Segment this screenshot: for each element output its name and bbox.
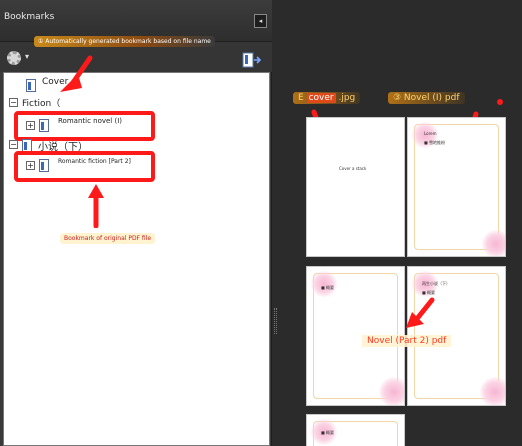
annotation-auto-bookmark: ① Automatically generated bookmark based… bbox=[34, 36, 215, 47]
panel-title: Bookmarks bbox=[4, 12, 55, 22]
collapse-icon[interactable]: − bbox=[9, 98, 18, 107]
red-arrow-icon bbox=[88, 184, 104, 228]
annotation-original-bookmark: Bookmark of original PDF file bbox=[60, 233, 156, 244]
document-bookmark-icon bbox=[39, 159, 49, 172]
label-cover-jpg: E cover .jpg bbox=[293, 92, 361, 104]
collapse-icon[interactable]: − bbox=[9, 140, 18, 149]
collapse-panel-icon[interactable]: ◂ bbox=[254, 14, 267, 28]
export-bookmark-icon[interactable] bbox=[242, 52, 262, 68]
bookmarks-panel: Bookmarks ◂ ▾ bbox=[0, 0, 272, 446]
page-title: 再生小说（下） bbox=[422, 281, 450, 286]
label-novel2-pdf: Novel (Part 2) pdf bbox=[362, 335, 452, 347]
document-bookmark-icon bbox=[39, 119, 49, 132]
document-bookmark-icon bbox=[26, 79, 36, 92]
red-arrow-icon bbox=[406, 297, 435, 328]
page-thumbnail-5[interactable]: ■ 概要 bbox=[306, 414, 405, 446]
page-line: ■ 概要 bbox=[321, 285, 335, 290]
flower-decoration bbox=[379, 377, 404, 405]
label-cover-highlight: cover bbox=[306, 93, 336, 103]
bookmark-romantic-novel[interactable]: Romantic novel (I) bbox=[58, 117, 122, 125]
page-line: ■ 雪地推粉 bbox=[424, 140, 446, 145]
flower-decoration bbox=[482, 230, 505, 256]
label-cover-prefix: E bbox=[298, 93, 304, 103]
page-thumbnail-novel1[interactable]: Lorem ■ 雪地推粉 bbox=[407, 117, 506, 257]
red-arrow-icon bbox=[60, 55, 93, 92]
page-line: Lorem bbox=[424, 131, 437, 136]
highlight-frame-novel1 bbox=[14, 111, 155, 141]
panel-splitter[interactable] bbox=[274, 308, 277, 334]
gear-icon[interactable] bbox=[7, 51, 21, 65]
bookmark-romantic-fiction[interactable]: Romantic fiction [Part 2] bbox=[58, 158, 131, 165]
expand-icon[interactable]: + bbox=[26, 121, 35, 130]
page-line: ■ 概要 bbox=[321, 430, 335, 435]
expand-icon[interactable]: + bbox=[26, 161, 35, 170]
cover-text: Cover a stack bbox=[339, 166, 367, 171]
flower-decoration bbox=[311, 271, 337, 297]
highlight-frame-fiction2 bbox=[14, 151, 155, 182]
label-cover-suffix: .jpg bbox=[338, 93, 356, 103]
page-thumbnail-cover[interactable]: Cover a stack bbox=[306, 117, 405, 257]
flower-decoration bbox=[480, 377, 505, 405]
chevron-down-icon[interactable]: ▾ bbox=[25, 52, 29, 61]
